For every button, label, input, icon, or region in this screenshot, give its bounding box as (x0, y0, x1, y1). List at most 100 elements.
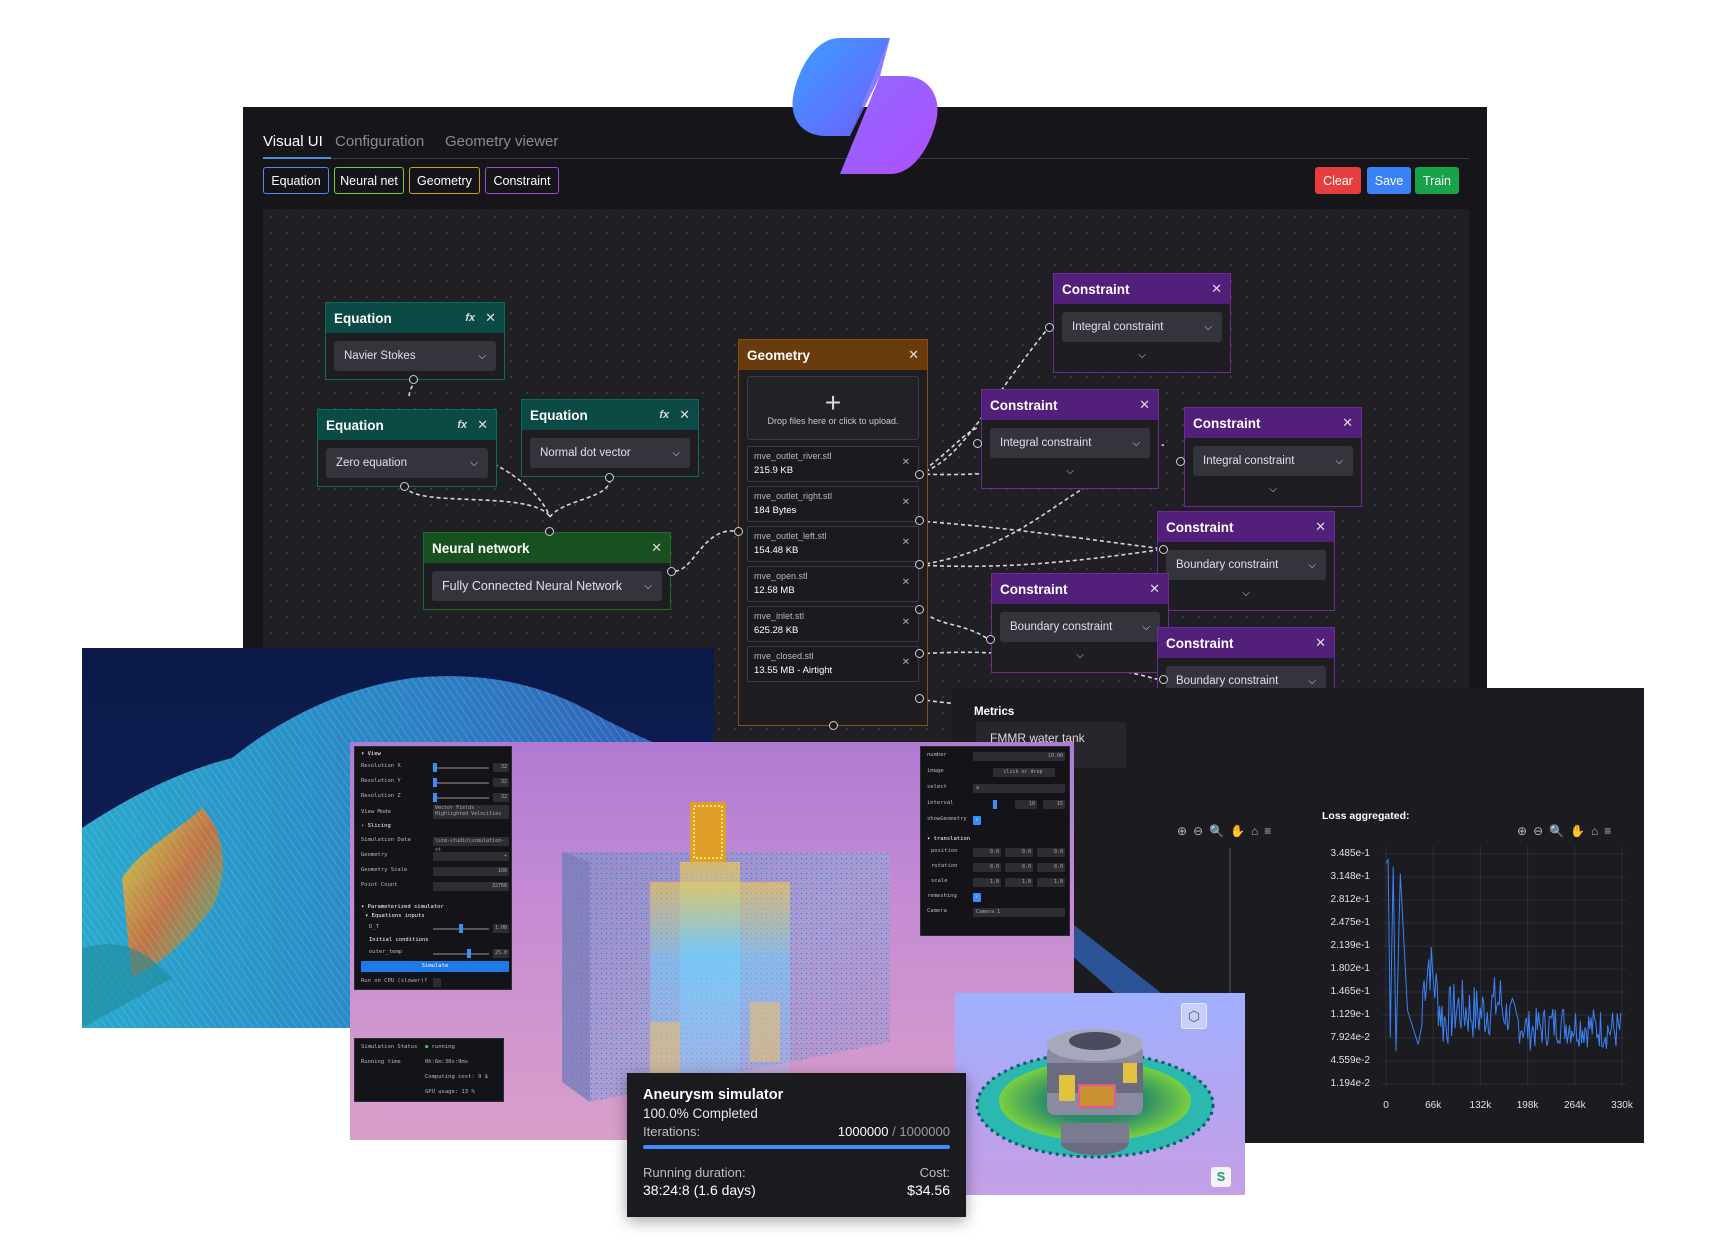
geometry-file-item[interactable]: mve_outlet_left.stl 154.48 KB ✕ (747, 526, 919, 562)
close-icon[interactable]: ✕ (1315, 519, 1326, 535)
constraint-node-5[interactable]: Constraint ✕ Boundary constraint ⌵ ⌵ (991, 573, 1169, 673)
palette-geometry-button[interactable]: Geometry (409, 167, 480, 194)
expand-chevron-icon[interactable]: ⌵ (982, 466, 1158, 482)
palette-equation-button[interactable]: Equation (263, 167, 329, 194)
expand-chevron-icon[interactable]: ⌵ (1185, 484, 1361, 500)
menu-icon[interactable]: ≡ (1264, 824, 1271, 838)
expand-chevron-icon[interactable]: ⌵ (992, 650, 1168, 666)
neural-network-node[interactable]: Neural network ✕ Fully Connected Neural N… (423, 532, 671, 610)
geometry-3d-viewer[interactable]: ⬡ S (955, 993, 1245, 1195)
parameterized-simulator-section[interactable]: ▾ Parameterized simulator (361, 904, 444, 913)
equation-node-2[interactable]: Equation fx ✕ Zero equation ⌵ (317, 409, 497, 487)
expand-chevron-icon[interactable]: ⌵ (1158, 588, 1334, 604)
slider-knob[interactable] (433, 793, 437, 802)
constraint-select[interactable]: Boundary constraint ⌵ (1166, 550, 1326, 580)
tab-geometry-viewer[interactable]: Geometry viewer (445, 133, 558, 150)
geometry-select[interactable]: ▾ (433, 852, 509, 861)
slider-knob[interactable] (467, 949, 471, 958)
train-button[interactable]: Train (1415, 167, 1459, 194)
resolution-x-slider[interactable] (433, 767, 489, 769)
output-port[interactable] (829, 721, 838, 730)
input-port[interactable] (545, 527, 554, 536)
simulation-data-field[interactable]: \sim-studio\simulation-st (433, 837, 509, 853)
constraint-select[interactable]: Integral constraint ⌵ (990, 428, 1150, 458)
geometry-file-item[interactable]: mve_inlet.stl 625.28 KB ✕ (747, 606, 919, 642)
close-icon[interactable]: ✕ (679, 407, 690, 423)
view-cube-icon[interactable]: ⬡ (1181, 1003, 1207, 1029)
run-on-cpu-checkbox[interactable] (433, 978, 441, 987)
close-icon[interactable]: ✕ (485, 310, 496, 326)
number-field[interactable]: 10.00 (973, 752, 1065, 761)
input-port[interactable] (734, 527, 743, 536)
slider-knob[interactable] (433, 778, 437, 787)
resolution-y-slider[interactable] (433, 782, 489, 784)
input-port[interactable] (1159, 545, 1168, 554)
palette-neural-net-button[interactable]: Neural net (334, 167, 404, 194)
menu-icon[interactable]: ≡ (1604, 824, 1611, 838)
image-dropzone[interactable]: click or drop (993, 768, 1055, 777)
input-port[interactable] (986, 635, 995, 644)
simulate-button[interactable]: Simulate (361, 961, 509, 972)
home-icon[interactable]: ⌂ (1591, 824, 1598, 838)
close-icon[interactable]: ✕ (1139, 397, 1150, 413)
view-section[interactable]: ▾ View (361, 751, 381, 760)
rotation-y-field[interactable]: 0.0 (1005, 863, 1033, 872)
output-port[interactable] (400, 482, 409, 491)
home-icon[interactable]: ⌂ (1251, 824, 1258, 838)
resolution-z-slider[interactable] (433, 797, 489, 799)
resolution-x-field[interactable]: 32 (493, 763, 509, 772)
geometry-file-item[interactable]: mve_open.stl 12.58 MB ✕ (747, 566, 919, 602)
remove-file-icon[interactable]: ✕ (902, 497, 910, 508)
zoom-in-icon[interactable]: ⊕ (1517, 824, 1527, 838)
equation-node-1[interactable]: Equation fx ✕ Navier Stokes ⌵ (325, 302, 505, 380)
output-port[interactable] (915, 649, 924, 658)
zoom-icon[interactable]: 🔍 (1549, 824, 1564, 838)
file-dropzone[interactable]: + Drop files here or click to upload. (747, 376, 919, 440)
close-icon[interactable]: ✕ (651, 540, 662, 556)
slicing-section[interactable]: › Slicing (361, 823, 391, 832)
constraint-select[interactable]: Integral constraint ⌵ (1062, 312, 1222, 342)
position-y-field[interactable]: 0.0 (1005, 848, 1033, 857)
view-mode-select[interactable]: Vector Fields - Highlighted Velocities (433, 805, 509, 819)
palette-constraint-button[interactable]: Constraint (485, 167, 559, 194)
output-port[interactable] (605, 473, 614, 482)
scale-y-field[interactable]: 1.0 (1005, 878, 1033, 887)
camera-select[interactable]: Camera 1 (973, 908, 1065, 917)
point-count-field[interactable]: 32768 (433, 882, 509, 891)
remove-file-icon[interactable]: ✕ (902, 657, 910, 668)
position-z-field[interactable]: 0.0 (1037, 848, 1065, 857)
close-icon[interactable]: ✕ (477, 417, 488, 433)
geometry-file-item[interactable]: mve_outlet_river.stl 215.9 KB ✕ (747, 446, 919, 482)
outer-temp-field[interactable]: 25.0 (493, 949, 509, 958)
output-port[interactable] (915, 560, 924, 569)
equation-select[interactable]: Zero equation ⌵ (326, 448, 488, 478)
resolution-z-field[interactable]: 32 (493, 793, 509, 802)
constraint-node-2[interactable]: Constraint ✕ Integral constraint ⌵ ⌵ (981, 389, 1159, 489)
interval-min-field[interactable]: 10 (1015, 800, 1037, 809)
zoom-icon[interactable]: 🔍 (1209, 824, 1224, 838)
geometry-node[interactable]: Geometry ✕ + Drop files here or click to … (738, 339, 928, 726)
remeshing-checkbox[interactable]: ✓ (973, 893, 981, 902)
select-field[interactable]: a (973, 784, 1065, 793)
equation-node-3[interactable]: Equation fx ✕ Normal dot vector ⌵ (521, 399, 699, 477)
pan-icon[interactable]: ✋ (1230, 824, 1245, 838)
remove-file-icon[interactable]: ✕ (902, 617, 910, 628)
close-icon[interactable]: ✕ (1211, 281, 1222, 297)
output-port[interactable] (915, 516, 924, 525)
slider-knob[interactable] (459, 924, 463, 933)
zoom-out-icon[interactable]: ⊖ (1533, 824, 1543, 838)
expand-chevron-icon[interactable]: ⌵ (1054, 350, 1230, 366)
constraint-select[interactable]: Boundary constraint ⌵ (1000, 612, 1160, 642)
rotation-x-field[interactable]: 0.0 (973, 863, 1001, 872)
save-button[interactable]: Save (1367, 167, 1411, 194)
zoom-out-icon[interactable]: ⊖ (1193, 824, 1203, 838)
equation-inputs-section[interactable]: ▾ Equations inputs (365, 913, 425, 922)
pan-icon[interactable]: ✋ (1570, 824, 1585, 838)
clear-button[interactable]: Clear (1315, 167, 1361, 194)
d-t-field[interactable]: 1.00 (493, 924, 509, 933)
equation-select[interactable]: Normal dot vector ⌵ (530, 438, 690, 468)
slider-knob[interactable] (433, 763, 437, 772)
network-select[interactable]: Fully Connected Neural Network ⌵ (432, 571, 662, 601)
interval-knob[interactable] (993, 800, 997, 809)
geometry-file-item[interactable]: mve_closed.stl 13.55 MB - Airtight ✕ (747, 646, 919, 682)
